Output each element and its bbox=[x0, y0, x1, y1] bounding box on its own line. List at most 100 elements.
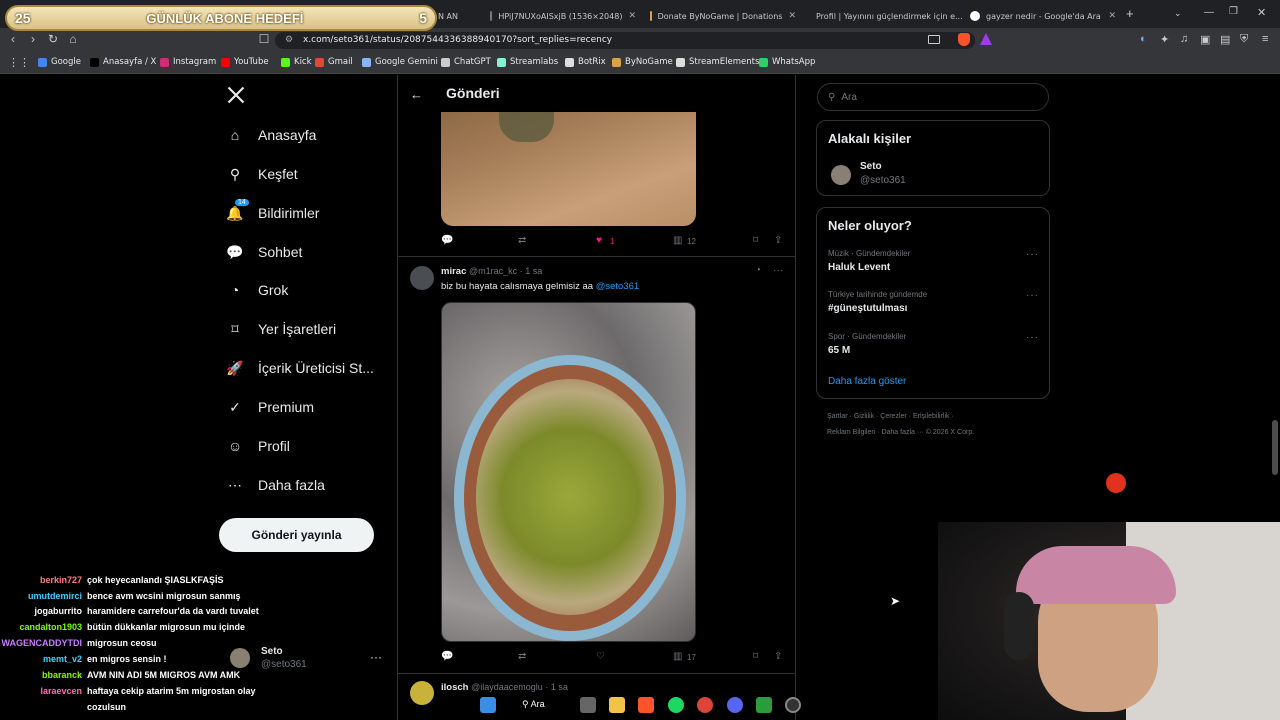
reply-handle[interactable]: @m1rac_kc bbox=[469, 266, 517, 276]
url-field[interactable]: ⚙ x.com/seto361/status/20875443363889401… bbox=[275, 32, 975, 49]
bookmark-item[interactable]: YouTube bbox=[221, 57, 269, 67]
site-info-icon[interactable]: ⚙ bbox=[285, 32, 293, 49]
footer-links[interactable]: Reklam Bilgileri · Daha fazla ··· © 2026… bbox=[827, 429, 974, 436]
chat-username[interactable]: bbaranck bbox=[0, 670, 82, 680]
reply-time[interactable]: · 1 sa bbox=[520, 266, 543, 276]
person-handle[interactable]: @seto361 bbox=[860, 175, 906, 186]
reload-icon[interactable]: ↻ bbox=[46, 32, 60, 46]
reply-time[interactable]: · 1 sa bbox=[545, 682, 568, 692]
chat-username[interactable]: berkin727 bbox=[0, 575, 82, 585]
share-icon[interactable]: ⇪ bbox=[774, 235, 782, 246]
chat-username[interactable]: WAGENCADDYTDI bbox=[0, 638, 83, 648]
bookmark-item[interactable]: Kick bbox=[281, 57, 312, 67]
bookmark-page-icon[interactable]: ☐ bbox=[257, 32, 271, 46]
avatar[interactable] bbox=[230, 648, 250, 668]
scrollbar[interactable] bbox=[1272, 420, 1278, 475]
bookmark-item[interactable]: BotRix bbox=[565, 57, 606, 67]
x-logo-icon[interactable] bbox=[226, 85, 246, 105]
bookmark-item[interactable]: StreamElements bbox=[676, 57, 759, 67]
sidebar-item-bookmarks[interactable]: ⌑ Yer İşaretleri bbox=[226, 316, 336, 342]
restore-icon[interactable]: ❐ bbox=[1229, 6, 1238, 17]
close-tab-icon[interactable]: ✕ bbox=[788, 11, 796, 21]
bookmark-item[interactable]: Instagram bbox=[160, 57, 216, 67]
chat-username[interactable]: laraevcen bbox=[0, 686, 82, 696]
extension-icon[interactable]: ◐ bbox=[1140, 33, 1147, 45]
close-tab-icon[interactable]: ✕ bbox=[1108, 11, 1116, 21]
browser-tab[interactable]: Donate ByNoGame | Donations ✕ bbox=[642, 4, 802, 28]
share-icon[interactable]: ⇪ bbox=[774, 651, 782, 662]
bookmark-item[interactable]: ChatGPT bbox=[441, 57, 491, 67]
music-icon[interactable]: ♫ bbox=[1180, 33, 1188, 45]
windows-start-icon[interactable] bbox=[480, 697, 496, 713]
chrome-icon[interactable] bbox=[697, 697, 713, 713]
like-icon[interactable]: ♥ bbox=[596, 235, 602, 246]
avatar[interactable] bbox=[831, 165, 851, 185]
spotify-icon[interactable] bbox=[668, 697, 684, 713]
chat-username[interactable] bbox=[0, 702, 82, 712]
bookmark-item[interactable]: Gmail bbox=[315, 57, 353, 67]
sidebar-item-profile[interactable]: ☺ Profil bbox=[226, 433, 290, 459]
new-tab-icon[interactable]: + bbox=[1126, 6, 1134, 21]
person-name[interactable]: Seto bbox=[860, 161, 882, 172]
chat-username[interactable]: jogaburrito bbox=[0, 606, 83, 616]
grok-icon[interactable]: ◔ bbox=[755, 265, 761, 276]
bookmark-item[interactable]: Anasayfa / X bbox=[90, 57, 156, 67]
close-window-icon[interactable]: ✕ bbox=[1257, 6, 1266, 19]
show-more-link[interactable]: Daha fazla göster bbox=[828, 376, 906, 387]
bookmark-icon[interactable]: ⌑ bbox=[753, 651, 758, 662]
sidebar-item-notifications[interactable]: 🔔 14 Bildirimler bbox=[226, 198, 319, 226]
footer-links[interactable]: Şartlar · Gizlilik · Çerezler · Erişileb… bbox=[827, 413, 954, 420]
browser-tab[interactable]: N AN bbox=[430, 4, 480, 28]
menu-icon[interactable]: ≡ bbox=[1262, 33, 1268, 45]
browser-tab[interactable]: gayzer nedir - Google'da Ara ✕ bbox=[962, 4, 1122, 28]
trend-item[interactable]: Spor · Gündemdekiler 65 M ··· bbox=[817, 329, 1049, 369]
cast-icon[interactable] bbox=[928, 35, 940, 44]
reply-icon[interactable]: 💬 bbox=[441, 651, 453, 662]
views-icon[interactable]: ▥ bbox=[673, 651, 682, 662]
bookmark-item[interactable]: Streamlabs bbox=[497, 57, 558, 67]
task-view-icon[interactable] bbox=[580, 697, 596, 713]
chat-username[interactable]: umutdemirci bbox=[0, 591, 82, 601]
home-icon[interactable]: ⌂ bbox=[66, 32, 80, 46]
tab-list-icon[interactable]: ⌄ bbox=[1174, 8, 1182, 19]
bookmark-item[interactable]: ByNoGame bbox=[612, 57, 673, 67]
views-icon[interactable]: ▥ bbox=[673, 235, 682, 246]
brave-shield-icon[interactable] bbox=[958, 33, 970, 46]
bookmark-item[interactable]: Google Gemini bbox=[362, 57, 438, 67]
sidebar-item-creator-studio[interactable]: 🚀 İçerik Üreticisi St... bbox=[226, 355, 374, 381]
avatar[interactable] bbox=[410, 266, 434, 290]
puzzle-icon[interactable]: ✦ bbox=[1160, 33, 1169, 46]
more-icon[interactable]: ··· bbox=[773, 265, 783, 276]
more-icon[interactable]: ··· bbox=[1026, 290, 1039, 301]
brave-icon[interactable] bbox=[638, 697, 654, 713]
post-button[interactable]: Gönderi yayınla bbox=[219, 518, 374, 552]
bookmark-item[interactable]: Google bbox=[38, 57, 81, 67]
repost-icon[interactable]: ⇄ bbox=[518, 235, 526, 246]
more-icon[interactable]: ··· bbox=[370, 650, 382, 664]
sidebar-item-grok[interactable]: ◔ Grok bbox=[226, 277, 289, 303]
more-icon[interactable]: ··· bbox=[1026, 332, 1039, 343]
obs-icon[interactable] bbox=[785, 697, 801, 713]
close-tab-icon[interactable]: ✕ bbox=[628, 11, 636, 21]
taskbar-search[interactable]: ⚲ Ara bbox=[522, 699, 545, 710]
sidebar-item-more[interactable]: ⋯ Daha fazla bbox=[226, 472, 325, 498]
post-image[interactable] bbox=[441, 302, 696, 642]
discord-icon[interactable] bbox=[727, 697, 743, 713]
trend-item[interactable]: Türkiye tarihinde gündemde #güneştutulma… bbox=[817, 288, 1049, 328]
brave-rewards-icon[interactable] bbox=[980, 33, 992, 45]
chat-username[interactable]: candalton1903 bbox=[0, 622, 82, 632]
forward-icon[interactable]: › bbox=[26, 32, 40, 46]
back-icon[interactable]: ‹ bbox=[6, 32, 20, 46]
trend-item[interactable]: Müzik · Gündemdekiler Haluk Levent ··· bbox=[817, 246, 1049, 286]
post-image[interactable] bbox=[441, 112, 696, 226]
like-icon[interactable]: ♡ bbox=[596, 651, 605, 662]
back-arrow-icon[interactable]: ← bbox=[410, 87, 423, 102]
browser-tab[interactable]: HPiJ7NUXoAISxjB (1536×2048) ✕ bbox=[482, 4, 642, 28]
sidebar-item-premium[interactable]: ✓ Premium bbox=[226, 394, 314, 420]
sidebar-item-home[interactable]: ⌂ Anasayfa bbox=[226, 122, 317, 148]
sidebar-item-explore[interactable]: ⚲ Keşfet bbox=[226, 161, 298, 187]
chat-username[interactable]: memt_v2 bbox=[0, 654, 82, 664]
sidebar-icon[interactable]: ▣ bbox=[1200, 33, 1210, 46]
kick-icon[interactable] bbox=[756, 697, 772, 713]
bookmark-icon[interactable]: ⌑ bbox=[753, 235, 758, 246]
